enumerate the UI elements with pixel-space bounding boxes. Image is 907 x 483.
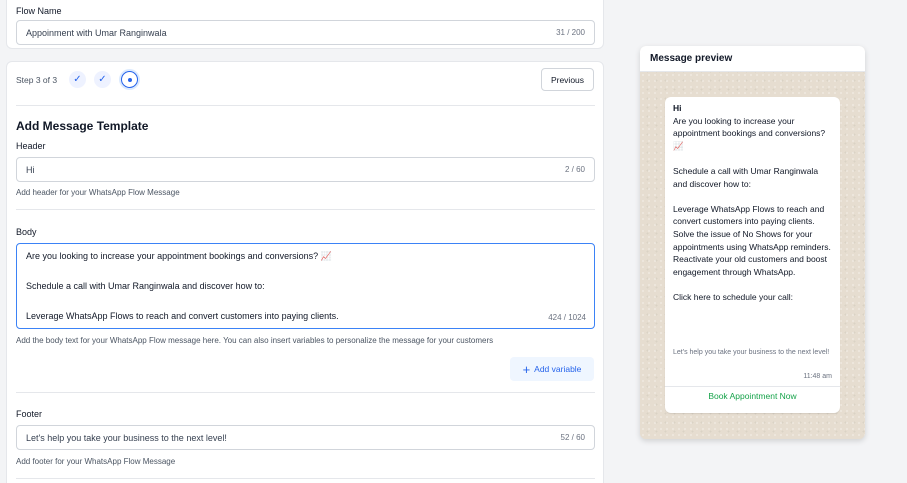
divider bbox=[16, 478, 595, 479]
body-help-text: Add the body text for your WhatsApp Flow… bbox=[16, 336, 494, 345]
header-counter: 2 / 60 bbox=[564, 165, 585, 174]
body-line: Leverage WhatsApp Flows to reach and con… bbox=[26, 311, 339, 321]
footer-label: Footer bbox=[16, 409, 43, 419]
body-label: Body bbox=[16, 227, 37, 237]
body-textarea[interactable]: Are you looking to increase your appoint… bbox=[16, 243, 595, 329]
step-2-check-icon[interactable]: ✓ bbox=[94, 71, 111, 88]
flow-name-value: Appoinment with Umar Ranginwala bbox=[26, 27, 167, 38]
header-help-text: Add header for your WhatsApp Flow Messag… bbox=[16, 188, 180, 197]
body-line: Schedule a call with Umar Ranginwala and… bbox=[26, 281, 265, 291]
step-indicator-text: Step 3 of 3 bbox=[16, 75, 58, 85]
preview-title: Message preview bbox=[640, 46, 865, 72]
add-variable-button[interactable]: + Add variable bbox=[510, 357, 594, 381]
header-input[interactable]: Hi 2 / 60 bbox=[16, 157, 595, 182]
header-value: Hi bbox=[26, 164, 35, 175]
flow-editor-page: Flow Name Appoinment with Umar Ranginwal… bbox=[0, 0, 907, 483]
footer-value: Let's help you take your business to the… bbox=[26, 432, 227, 443]
divider bbox=[16, 392, 595, 393]
message-template-card: Step 3 of 3 ✓ ✓ Previous Add Message Tem… bbox=[6, 61, 604, 483]
flow-name-counter: 31 / 200 bbox=[556, 28, 585, 37]
message-preview-panel: Message preview Hi Are you looking to in… bbox=[640, 46, 865, 439]
divider bbox=[665, 386, 840, 387]
divider bbox=[16, 105, 595, 106]
book-appointment-button[interactable]: Book Appointment Now bbox=[665, 391, 840, 401]
divider bbox=[16, 209, 595, 210]
message-time: 11:48 am bbox=[803, 373, 832, 380]
step-3-current-icon[interactable] bbox=[121, 71, 138, 88]
flow-name-label: Flow Name bbox=[16, 6, 62, 16]
body-counter: 424 / 1024 bbox=[548, 313, 586, 322]
step-1-check-icon[interactable]: ✓ bbox=[69, 71, 86, 88]
footer-input[interactable]: Let's help you take your business to the… bbox=[16, 425, 595, 450]
plus-icon: + bbox=[522, 361, 531, 377]
bubble-body: Hi Are you looking to increase your appo… bbox=[673, 102, 833, 334]
current-step-dot bbox=[127, 77, 132, 82]
header-label: Header bbox=[16, 141, 46, 151]
bubble-footer: Let's help you take your business to the… bbox=[673, 349, 830, 356]
footer-counter: 52 / 60 bbox=[560, 433, 585, 442]
body-line: Are you looking to increase your appoint… bbox=[26, 251, 332, 261]
message-bubble: Hi Are you looking to increase your appo… bbox=[665, 97, 840, 413]
flow-name-input[interactable]: Appoinment with Umar Ranginwala 31 / 200 bbox=[16, 20, 595, 45]
previous-button[interactable]: Previous bbox=[541, 68, 594, 91]
bubble-paragraph: Leverage WhatsApp Flows to reach and con… bbox=[673, 203, 831, 277]
bubble-paragraph: Click here to schedule your call: bbox=[673, 291, 794, 302]
add-variable-label: Add variable bbox=[534, 364, 582, 374]
flow-name-card: Flow Name Appoinment with Umar Ranginwal… bbox=[6, 0, 604, 49]
bubble-header: Hi bbox=[673, 103, 682, 113]
bubble-paragraph: Are you looking to increase your appoint… bbox=[673, 115, 826, 151]
section-title: Add Message Template bbox=[16, 119, 149, 133]
footer-help-text: Add footer for your WhatsApp Flow Messag… bbox=[16, 457, 176, 466]
bubble-paragraph: Schedule a call with Umar Ranginwala and… bbox=[673, 165, 819, 189]
